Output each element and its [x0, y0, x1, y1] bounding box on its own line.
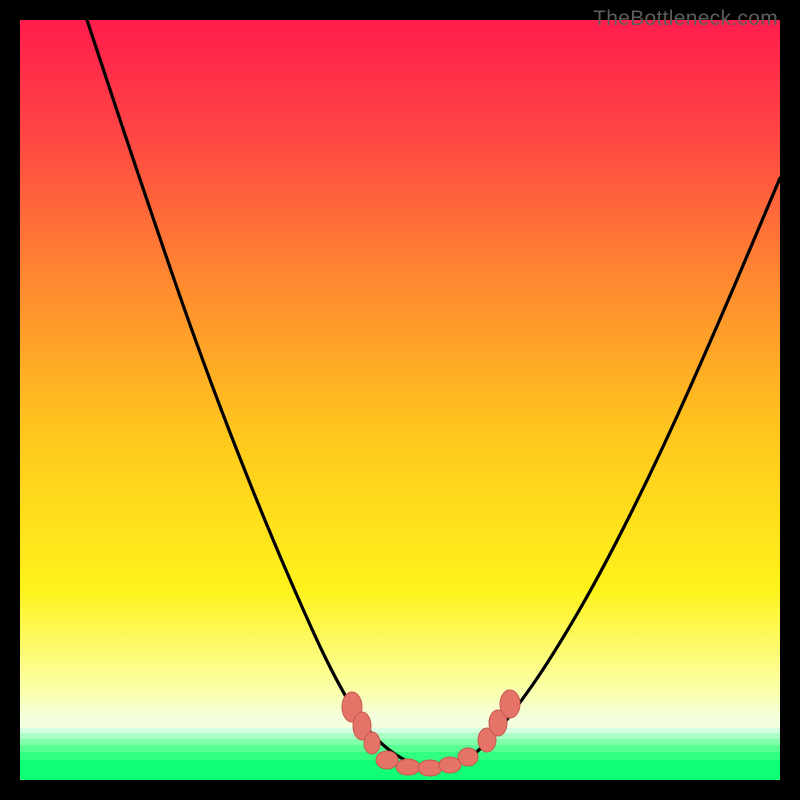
curve-layer — [20, 20, 780, 780]
chart-frame — [20, 20, 780, 780]
bead-group — [342, 690, 520, 776]
watermark-text: TheBottleneck.com — [593, 7, 778, 31]
curve-bead — [396, 759, 420, 775]
curve-bead — [364, 732, 380, 754]
curve-bead — [376, 751, 398, 769]
bottleneck-curve — [87, 20, 780, 768]
curve-bead — [418, 760, 442, 776]
curve-bead — [458, 748, 478, 766]
curve-bead — [500, 690, 520, 718]
curve-bead — [439, 757, 461, 773]
